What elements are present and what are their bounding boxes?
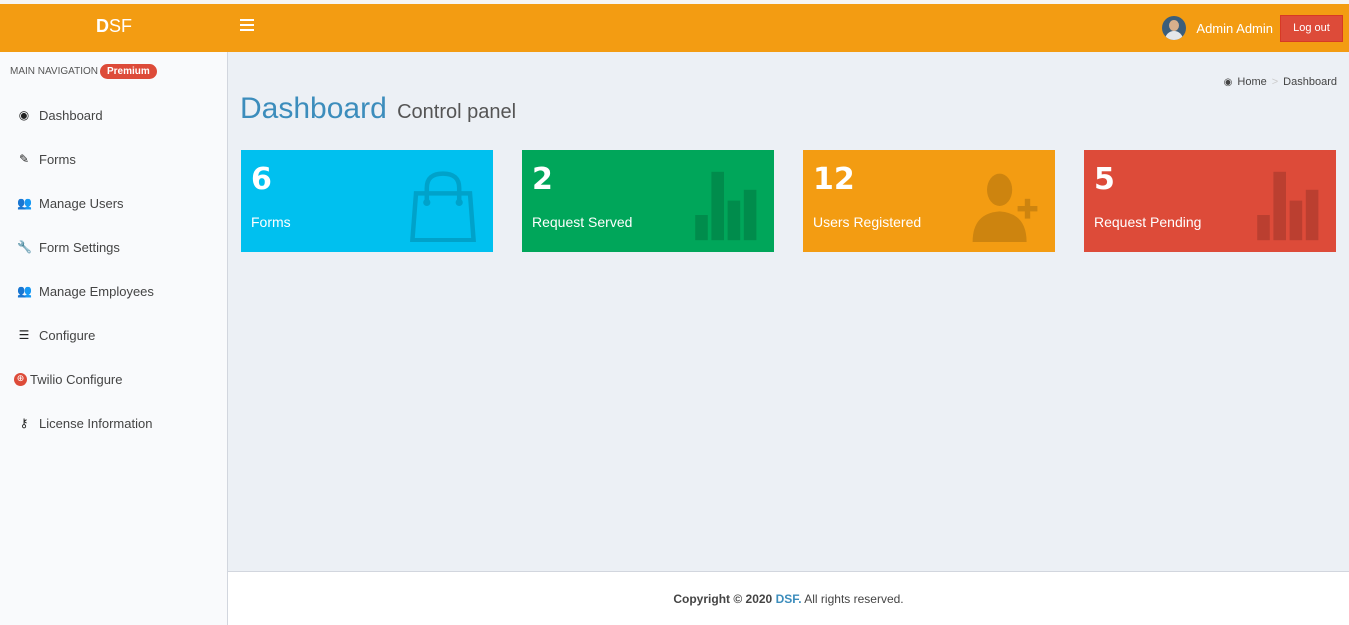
sidebar-item-label: Forms <box>39 151 76 167</box>
logo-rest: SF <box>108 16 132 36</box>
sidebar-item-configure[interactable]: ☰ Configure <box>0 313 227 357</box>
bar-chart-icon <box>1257 171 1319 241</box>
sidebar-item-manage-employees[interactable]: 👥 Manage Employees <box>0 269 227 313</box>
stat-value: 2 <box>532 162 553 197</box>
sidebar-item-manage-users[interactable]: 👥 Manage Users <box>0 181 227 225</box>
top-navbar: DSF Admin Admin Log out <box>0 0 1349 52</box>
sidebar: MAIN NAVIGATION Premium ◉ Dashboard ✎ For… <box>0 52 228 625</box>
sidebar-toggle-icon[interactable] <box>240 16 254 36</box>
dashboard-icon: ◉ <box>18 108 30 122</box>
sidebar-item-forms[interactable]: ✎ Forms <box>0 137 227 181</box>
sidebar-item-form-settings[interactable]: 🔧 Form Settings <box>0 225 227 269</box>
page-title-text: Dashboard <box>240 92 387 125</box>
stat-box-forms[interactable]: 6 Forms <box>241 150 493 252</box>
logout-button[interactable]: Log out <box>1280 15 1343 42</box>
key-icon: ⚷ <box>19 416 29 430</box>
sidebar-item-label: Configure <box>39 327 96 343</box>
stat-box-request-pending[interactable]: 5 Request Pending <box>1084 150 1336 252</box>
stat-box-users-registered[interactable]: 12 Users Registered <box>803 150 1055 252</box>
sidebar-item-dashboard[interactable]: ◉ Dashboard <box>0 93 227 137</box>
page-subtitle: Control panel <box>397 101 517 123</box>
sidebar-item-twilio-configure[interactable]: ⊕ Twilio Configure <box>0 357 227 401</box>
sidebar-item-label: Dashboard <box>39 107 103 123</box>
breadcrumb-current: Dashboard <box>1283 76 1337 88</box>
sidebar-item-label: Form Settings <box>39 239 120 255</box>
avatar <box>1162 16 1187 40</box>
page-title: Dashboard Control panel <box>240 92 516 126</box>
sidebar-menu: ◉ Dashboard ✎ Forms 👥 Manage Users 🔧 For… <box>0 93 227 445</box>
shopping-bag-icon <box>410 171 476 242</box>
premium-badge: Premium <box>99 64 157 79</box>
footer-rights: All rights reserved. <box>804 592 904 606</box>
stat-value: 5 <box>1094 162 1115 197</box>
nav-header-label: MAIN NAVIGATION <box>10 66 98 77</box>
copyright-text: Copyright © 2020 <box>673 592 773 606</box>
wrench-icon: 🔧 <box>17 240 32 254</box>
stat-box-request-served[interactable]: 2 Request Served <box>522 150 774 252</box>
user-menu[interactable]: Admin Admin <box>1162 14 1273 42</box>
dashboard-icon: ◉ <box>1223 76 1233 88</box>
breadcrumb-home-link[interactable]: Home <box>1237 76 1266 88</box>
sidebar-item-license-information[interactable]: ⚷ License Information <box>0 401 227 445</box>
main-content: ◉ Home > Dashboard Dashboard Control pan… <box>228 52 1349 571</box>
sidebar-item-label: Manage Users <box>39 195 124 211</box>
stat-value: 12 <box>813 162 855 197</box>
sidebar-item-label: License Information <box>39 415 153 431</box>
edit-icon: ✎ <box>18 152 30 166</box>
stat-boxes: 6 Forms 2 Request Served 12 Users Regist… <box>241 150 1336 252</box>
footer: Copyright © 2020 DSF. All rights reserve… <box>228 571 1349 625</box>
bar-chart-icon <box>695 171 757 241</box>
logo-bold: D <box>95 16 109 36</box>
sidebar-item-label: Manage Employees <box>39 283 154 299</box>
sidebar-item-label: Twilio Configure <box>30 371 123 387</box>
stat-label: Forms <box>251 214 291 230</box>
stat-label: Request Served <box>532 214 633 230</box>
nav-header: MAIN NAVIGATION Premium <box>10 64 157 79</box>
user-name: Admin Admin <box>1196 20 1273 36</box>
breadcrumb-separator: > <box>1271 76 1279 88</box>
stat-label: Users Registered <box>813 214 922 230</box>
sliders-icon: ☰ <box>18 328 30 342</box>
users-icon: 👥 <box>17 196 32 210</box>
footer-brand-link[interactable]: DSF. <box>776 592 802 606</box>
stat-value: 6 <box>251 162 272 197</box>
users-icon: 👥 <box>17 284 32 298</box>
stat-label: Request Pending <box>1094 214 1202 230</box>
breadcrumb: ◉ Home > Dashboard <box>1224 76 1337 88</box>
twilio-icon: ⊕ <box>14 372 27 386</box>
app-logo[interactable]: DSF <box>0 4 228 52</box>
user-plus-icon <box>972 173 1038 242</box>
